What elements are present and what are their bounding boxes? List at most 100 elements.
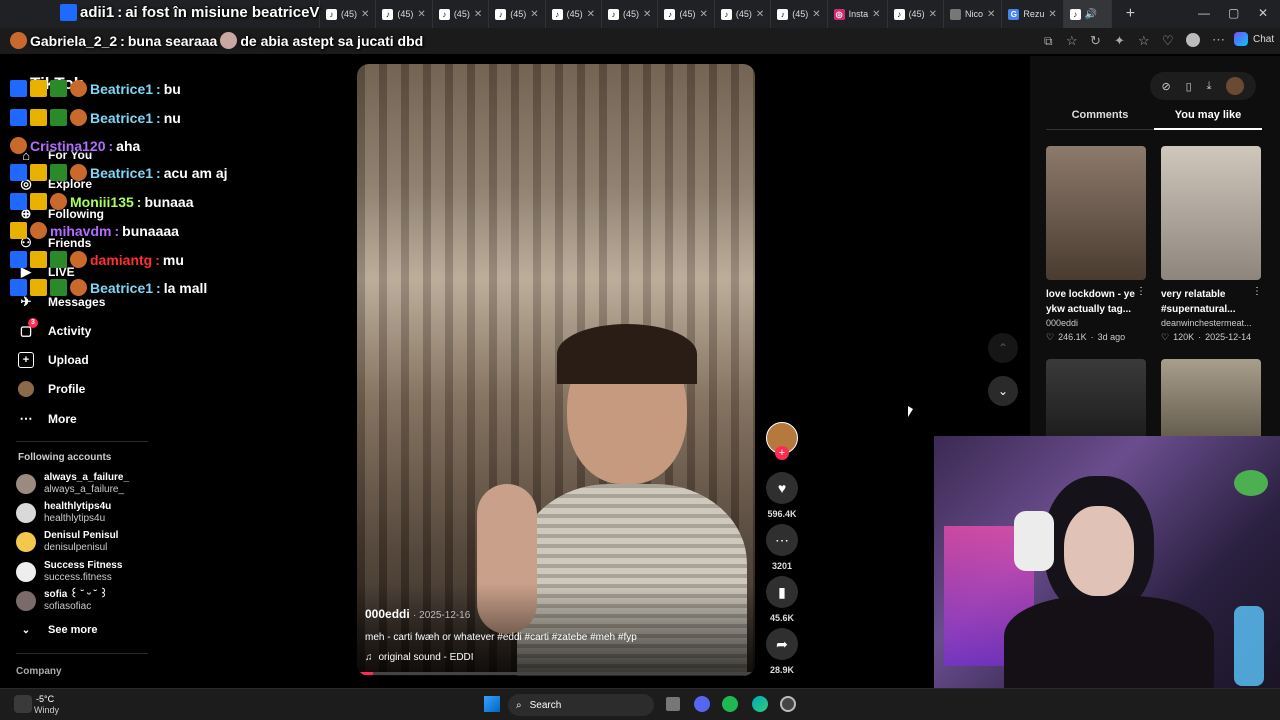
following-account[interactable]: Success Fitness success.fitness: [16, 560, 122, 584]
card-options-icon[interactable]: ⋮: [1136, 286, 1146, 297]
tab-you-may-like[interactable]: You may like: [1154, 109, 1262, 121]
mod-badge-icon: [60, 4, 77, 21]
favorite-star-icon[interactable]: ☆: [1066, 33, 1078, 49]
following-account[interactable]: healthlytips4u healthlytips4u: [16, 501, 111, 525]
sidebar-item-messages[interactable]: ✈ Messages: [18, 294, 106, 310]
edge-icon[interactable]: [752, 696, 768, 712]
close-tab-icon[interactable]: ✕: [987, 9, 995, 20]
tiktok-icon: ♪: [893, 8, 905, 20]
sidebar-item-profile[interactable]: Profile: [18, 381, 85, 397]
browser-tab[interactable]: ◎ Insta ✕: [828, 0, 888, 28]
card-caption[interactable]: very relatable #supernatural...: [1161, 287, 1257, 317]
recommended-thumbnail[interactable]: [1046, 359, 1146, 446]
company-link[interactable]: Company: [16, 666, 62, 677]
close-tab-icon[interactable]: ✕: [643, 9, 651, 20]
close-tab-icon[interactable]: ✕: [929, 9, 937, 20]
minimize-button[interactable]: —: [1198, 6, 1210, 20]
emote-icon: [70, 279, 87, 296]
favorites-icon[interactable]: ☆: [1138, 33, 1150, 49]
maximize-button[interactable]: ▢: [1228, 6, 1239, 20]
comment-button[interactable]: ⋯ 3201: [766, 524, 798, 571]
windows-start-icon[interactable]: [484, 696, 500, 712]
next-video-button[interactable]: ⌄: [988, 376, 1018, 406]
chat-button[interactable]: Chat: [1253, 34, 1274, 45]
sidebar-item-activity[interactable]: ▢ 3 Activity: [18, 318, 91, 339]
download-icon[interactable]: ⤓: [1207, 80, 1212, 93]
card-author[interactable]: 000eddi: [1046, 318, 1078, 328]
refresh-icon[interactable]: ↻: [1090, 33, 1101, 49]
video-player[interactable]: 000eddi · 2025-12-16 meh - carti fwæh or…: [357, 64, 755, 676]
browser-tab[interactable]: ♪ (45) ✕: [546, 0, 603, 28]
close-tab-icon[interactable]: ✕: [872, 9, 880, 20]
phone-icon[interactable]: ▯: [1186, 80, 1192, 93]
browser-tab[interactable]: ♪ (45) ✕: [771, 0, 828, 28]
streamer-body: [1004, 596, 1214, 688]
card-author[interactable]: deanwinchestermeat...: [1161, 318, 1271, 328]
browser-tab[interactable]: G Rezu ✕: [1002, 0, 1064, 28]
heart-icon[interactable]: ♡: [1162, 33, 1174, 49]
chat-message: Gabriela_2_2: buna searaaa de abia astep…: [10, 32, 423, 49]
browser-tab[interactable]: ♪ (45) ✕: [489, 0, 546, 28]
following-account[interactable]: sofia ꒰ ˘ ᵕ ˘ ꒱ sofiasofiac: [16, 589, 108, 613]
like-button[interactable]: ♥ 596.4K: [766, 472, 798, 519]
recommended-thumbnail[interactable]: [1161, 146, 1261, 280]
share-button[interactable]: ➦ 28.9K: [766, 628, 798, 675]
browser-tab[interactable]: ♪ (45) ✕: [320, 0, 377, 28]
headphones-icon: [1014, 511, 1054, 571]
close-tab-icon[interactable]: ✕: [756, 9, 764, 20]
close-tab-icon[interactable]: ✕: [530, 9, 538, 20]
lamp: [1234, 606, 1264, 686]
copilot-icon[interactable]: [1234, 32, 1248, 46]
save-button[interactable]: ▮ 45.6K: [766, 576, 798, 623]
video-author[interactable]: 000eddi · 2025-12-16: [365, 607, 470, 621]
new-tab-button[interactable]: +: [1126, 5, 1135, 23]
browser-tab[interactable]: ♪ (45) ✕: [602, 0, 659, 28]
following-account[interactable]: Denisul Penisul denisulpenisul: [16, 530, 118, 554]
browser-tab[interactable]: ♪ (45) ✕: [433, 0, 490, 28]
card-options-icon[interactable]: ⋮: [1252, 286, 1262, 297]
browser-tab[interactable]: ♪ (45) ✕: [715, 0, 772, 28]
sidebar-item-more[interactable]: ⋯ More: [18, 411, 77, 427]
recommended-thumbnail[interactable]: [1046, 146, 1146, 280]
menu-icon[interactable]: ⋯: [1212, 32, 1225, 48]
weather-icon[interactable]: [14, 695, 32, 713]
sidebar-item-upload[interactable]: + Upload: [18, 352, 89, 368]
browser-tab[interactable]: ♪ (45) ✕: [658, 0, 715, 28]
heart-icon: ♥: [766, 472, 798, 504]
obs-icon[interactable]: [780, 696, 796, 712]
close-tab-icon[interactable]: ✕: [587, 9, 595, 20]
webcam-overlay: [934, 436, 1280, 688]
crown-badge-icon: [30, 251, 47, 268]
speaker-icon[interactable]: 🔊: [1085, 9, 1097, 20]
close-tab-icon[interactable]: ✕: [361, 9, 369, 20]
see-more-link[interactable]: ⌄ See more: [18, 622, 98, 638]
card-caption[interactable]: love lockdown - ye ykw actually tag...: [1046, 287, 1142, 317]
task-view-icon[interactable]: [666, 697, 680, 711]
close-window-button[interactable]: ✕: [1258, 6, 1268, 20]
extensions-icon[interactable]: ✦: [1114, 33, 1125, 49]
split-screen-icon[interactable]: ⧉: [1044, 34, 1053, 49]
video-sound[interactable]: ♫ original sound - EDDI: [365, 652, 474, 663]
creator-avatar-small[interactable]: [1226, 77, 1245, 95]
browser-tab[interactable]: Nico ✕: [944, 0, 1003, 28]
close-tab-icon[interactable]: ✕: [474, 9, 482, 20]
spotify-icon[interactable]: [722, 696, 738, 712]
browser-tab-active[interactable]: ♪ 🔊: [1063, 0, 1112, 28]
following-account[interactable]: always_a_failure_ always_a_failure_: [16, 472, 129, 496]
recommended-thumbnail[interactable]: [1161, 359, 1261, 446]
follow-plus-icon[interactable]: +: [775, 446, 789, 460]
browser-tab[interactable]: ♪ (45) ✕: [376, 0, 433, 28]
close-tab-icon[interactable]: ✕: [699, 9, 707, 20]
close-tab-icon[interactable]: ✕: [812, 9, 820, 20]
previous-video-button[interactable]: ⌃: [988, 333, 1018, 363]
browser-tab[interactable]: ♪ (45) ✕: [888, 0, 944, 28]
profile-avatar[interactable]: [1186, 33, 1200, 47]
taskbar-search[interactable]: ⌕ Search: [508, 694, 654, 716]
creator-avatar[interactable]: +: [766, 422, 798, 460]
tab-comments[interactable]: Comments: [1046, 109, 1154, 121]
autoscroll-icon[interactable]: ⊘: [1161, 80, 1170, 93]
close-tab-icon[interactable]: ✕: [417, 9, 425, 20]
close-tab-icon[interactable]: ✕: [1048, 9, 1056, 20]
progress-track[interactable]: [357, 672, 755, 675]
discord-icon[interactable]: [694, 696, 710, 712]
